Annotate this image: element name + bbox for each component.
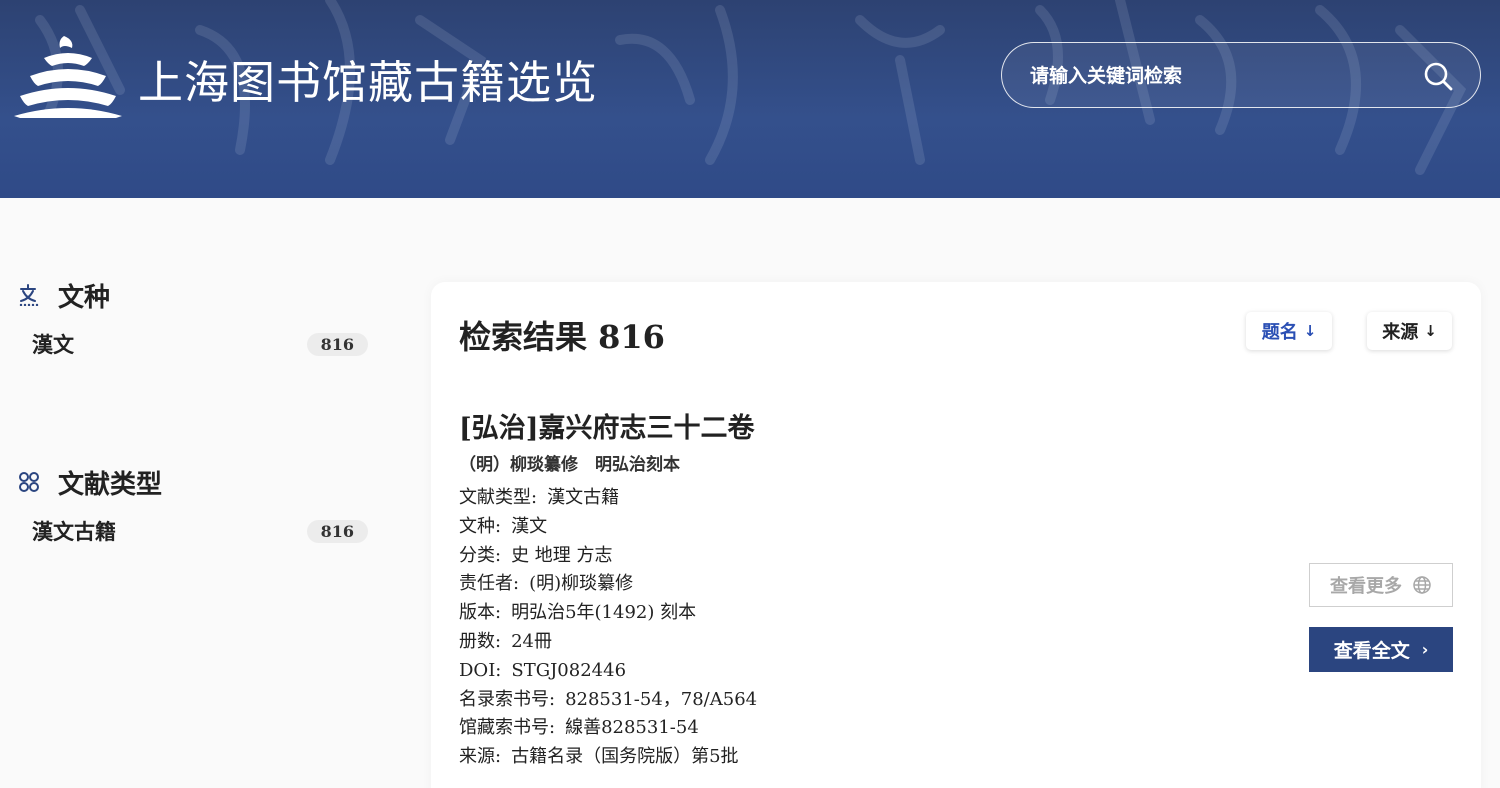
meta-value: 漢文 bbox=[511, 515, 548, 537]
facet-count-badge: 816 bbox=[306, 519, 368, 543]
meta-key: 文种: bbox=[459, 515, 502, 537]
meta-row: 馆藏索书号: 線善828531-54 bbox=[459, 714, 757, 743]
facet-count-badge: 816 bbox=[306, 332, 368, 356]
results-panel: 检索结果 816 题名 ↓ 来源 ↓ [弘治]嘉兴府志三十二卷 （明）柳琰纂修 … bbox=[431, 282, 1481, 788]
sort-by-source-button[interactable]: 来源 ↓ bbox=[1367, 312, 1452, 350]
sort-label: 题名 bbox=[1261, 322, 1298, 343]
meta-value: 線善828531-54 bbox=[565, 717, 699, 739]
meta-value: STGJ082446 bbox=[511, 659, 627, 681]
facet-language: 文种 漢文 816 bbox=[18, 275, 378, 359]
site-title[interactable]: 上海图书馆藏古籍选览 bbox=[138, 46, 598, 111]
meta-key: 名录索书号: bbox=[459, 688, 556, 710]
meta-key: 分类: bbox=[459, 544, 502, 566]
facet-header: 文献类型 bbox=[18, 462, 378, 502]
sort-label: 来源 bbox=[1382, 322, 1419, 343]
meta-value: 史 地理 方志 bbox=[511, 544, 613, 566]
meta-row: 册数: 24冊 bbox=[459, 628, 757, 657]
facet-title: 文种 bbox=[58, 282, 111, 313]
meta-key: 馆藏索书号: bbox=[459, 717, 556, 739]
meta-value: 828531-54，78/A564 bbox=[565, 688, 758, 710]
meta-row: 文种: 漢文 bbox=[459, 513, 757, 542]
arrow-down-icon: ↓ bbox=[1424, 322, 1437, 340]
facet-item-hanwen-guji[interactable]: 漢文古籍 816 bbox=[18, 516, 378, 546]
grid-icon bbox=[19, 472, 39, 492]
meta-row: 来源: 古籍名录（国务院版）第5批 bbox=[459, 743, 757, 772]
meta-row: DOI: STGJ082446 bbox=[459, 657, 757, 686]
search-icon[interactable] bbox=[1422, 60, 1454, 92]
meta-key: 来源: bbox=[459, 746, 502, 768]
meta-row: 名录索书号: 828531-54，78/A564 bbox=[459, 686, 757, 715]
results-count-heading: 检索结果 816 bbox=[459, 318, 665, 356]
meta-key: DOI: bbox=[459, 659, 502, 681]
translate-icon bbox=[19, 284, 39, 306]
meta-value: 24冊 bbox=[511, 630, 552, 652]
view-more-button[interactable]: 查看更多 bbox=[1309, 563, 1453, 607]
result-metadata: 文献类型: 漢文古籍 文种: 漢文 分类: 史 地理 方志 责任者: (明)柳琰纂修 版… bbox=[459, 484, 757, 772]
facet-item-label[interactable]: 漢文 bbox=[32, 329, 74, 359]
arrow-down-icon: ↓ bbox=[1303, 322, 1317, 340]
meta-value: 漢文古籍 bbox=[547, 487, 620, 508]
result-title-link[interactable]: [弘治]嘉兴府志三十二卷 bbox=[459, 406, 755, 445]
meta-key: 册数: bbox=[459, 630, 502, 652]
library-logo bbox=[14, 36, 122, 118]
facet-header: 文种 bbox=[18, 275, 378, 315]
meta-row: 文献类型: 漢文古籍 bbox=[459, 484, 757, 513]
view-more-label: 查看更多 bbox=[1330, 576, 1402, 597]
meta-key: 版本: bbox=[459, 602, 502, 624]
view-full-text-button[interactable]: 查看全文 › bbox=[1309, 627, 1453, 672]
globe-icon bbox=[1413, 576, 1431, 594]
facet-title: 文献类型 bbox=[58, 469, 163, 500]
view-full-text-label: 查看全文 bbox=[1333, 640, 1410, 662]
search-box[interactable] bbox=[1001, 42, 1481, 108]
meta-row: 分类: 史 地理 方志 bbox=[459, 542, 757, 571]
meta-value: 古籍名录（国务院版）第5批 bbox=[511, 746, 739, 768]
site-header: 上海图书馆藏古籍选览 bbox=[0, 0, 1500, 198]
facet-document-type: 文献类型 漢文古籍 816 bbox=[18, 462, 378, 546]
chevron-right-icon: › bbox=[1421, 640, 1429, 659]
result-subtitle: （明）柳琰纂修 明弘治刻本 bbox=[459, 455, 680, 475]
meta-row: 责任者: (明)柳琰纂修 bbox=[459, 570, 757, 599]
facet-item-label[interactable]: 漢文古籍 bbox=[32, 516, 116, 546]
sort-by-title-button[interactable]: 题名 ↓ bbox=[1246, 312, 1332, 350]
meta-key: 文献类型: bbox=[459, 487, 538, 508]
search-input[interactable] bbox=[1030, 57, 1410, 95]
meta-value: 明弘治5年(1492) 刻本 bbox=[511, 602, 697, 624]
meta-value: (明)柳琰纂修 bbox=[529, 573, 634, 595]
meta-row: 版本: 明弘治5年(1492) 刻本 bbox=[459, 599, 757, 628]
meta-key: 责任者: bbox=[459, 573, 520, 595]
facet-item-hanwen[interactable]: 漢文 816 bbox=[18, 329, 378, 359]
